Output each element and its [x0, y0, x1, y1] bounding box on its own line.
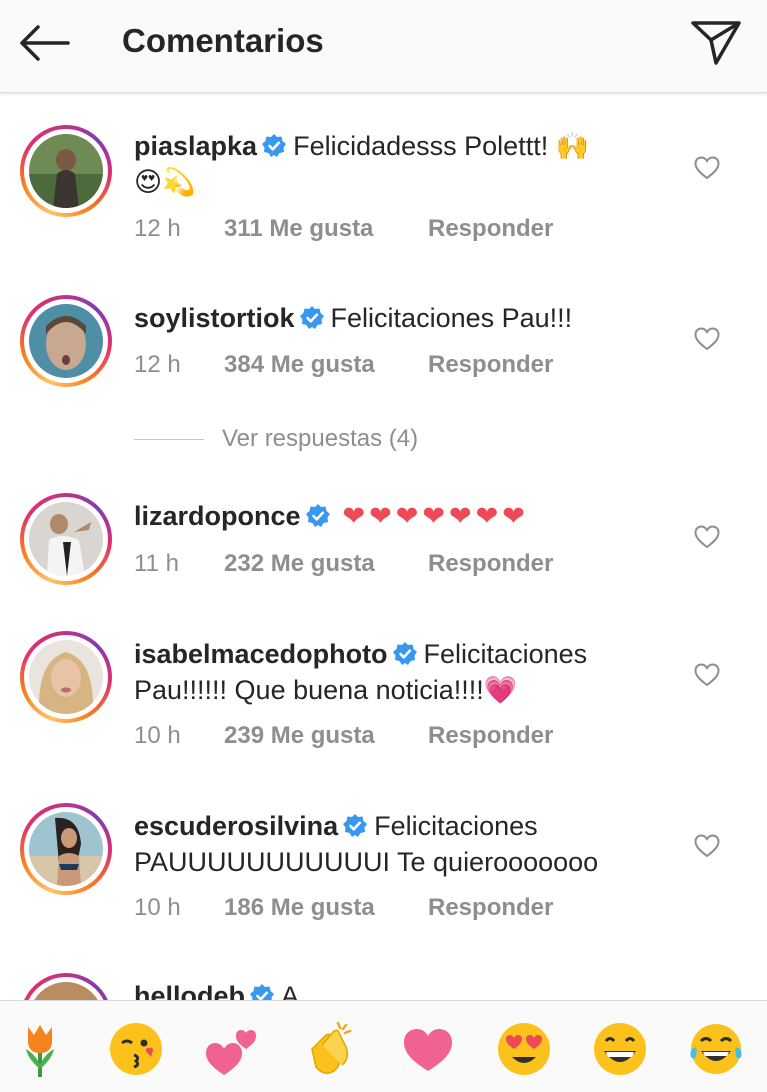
avatar-story-ring[interactable] — [20, 973, 112, 1000]
reply-button[interactable]: Responder — [428, 550, 553, 578]
like-heart-icon[interactable] — [694, 326, 720, 352]
avatar — [29, 304, 103, 378]
avatar — [29, 640, 103, 714]
comment-time: 10 h — [134, 722, 181, 749]
top-bar: Comentarios — [0, 0, 767, 93]
direct-send-icon[interactable] — [688, 16, 744, 68]
reply-button[interactable]: Responder — [428, 215, 553, 243]
two-hearts-emoji-icon[interactable] — [202, 1019, 262, 1079]
comment-time: 12 h — [134, 351, 181, 378]
comment-meta: 10 h 186 Me gusta Responder — [134, 894, 553, 922]
comment-time: 11 h — [134, 550, 179, 577]
verified-badge-icon — [305, 504, 330, 527]
like-heart-icon[interactable] — [694, 833, 720, 859]
comment-username[interactable]: soylistortiok — [134, 303, 295, 333]
comment-likes[interactable]: 311 Me gusta — [224, 215, 428, 243]
like-heart-icon[interactable] — [694, 524, 720, 550]
avatar — [29, 502, 103, 576]
comment-meta: 10 h 239 Me gusta Responder — [134, 722, 553, 750]
comment-likes[interactable]: 384 Me gusta — [224, 351, 428, 379]
comment-text: Felicitaciones — [423, 639, 588, 669]
like-heart-icon[interactable] — [694, 155, 720, 181]
comment-likes[interactable]: 232 Me gusta — [224, 550, 428, 578]
comment-text: A — [281, 981, 300, 1000]
avatar-story-ring[interactable] — [20, 125, 112, 217]
avatar-story-ring[interactable] — [20, 295, 112, 387]
reply-button[interactable]: Responder — [428, 351, 553, 379]
comment-username[interactable]: piaslapka — [134, 131, 257, 161]
avatar — [29, 982, 103, 1000]
avatar — [29, 812, 103, 886]
comment-text-line2: PAUUUUUUUUUUUI Te quierooooooo — [134, 847, 599, 877]
divider-line — [134, 439, 204, 441]
comment-text: ❤❤❤❤❤❤❤ — [342, 501, 529, 531]
verified-badge-icon — [299, 306, 324, 329]
comment-username[interactable]: isabelmacedophoto — [134, 639, 388, 669]
comment-meta: 12 h 311 Me gusta Responder — [134, 215, 553, 243]
verified-badge-icon — [343, 814, 368, 837]
tears-of-joy-emoji-icon[interactable] — [686, 1019, 746, 1079]
like-heart-icon[interactable] — [694, 662, 720, 688]
comment-meta: 12 h 384 Me gusta Responder — [134, 351, 553, 379]
back-arrow-icon[interactable] — [16, 22, 72, 64]
comment-list: piaslapka Felicidadesss Polettt! 🙌 😍💫 12 … — [0, 95, 767, 1000]
comment-text: Felicitaciones — [374, 811, 538, 841]
grinning-emoji-icon[interactable] — [590, 1019, 650, 1079]
avatar-story-ring[interactable] — [20, 803, 112, 895]
avatar — [29, 134, 103, 208]
comment-text: Felicitaciones Pau!!! — [330, 303, 573, 333]
reply-button[interactable]: Responder — [428, 894, 553, 922]
view-replies-link[interactable]: Ver respuestas (4) — [134, 425, 418, 453]
reply-button[interactable]: Responder — [428, 722, 553, 750]
comment-text: Felicidadesss Polettt! 🙌 — [293, 131, 590, 161]
verified-badge-icon — [262, 134, 287, 157]
comment-username[interactable]: hellodeb — [134, 981, 245, 1000]
comment-time: 12 h — [134, 215, 181, 242]
comment-meta: 11 h 232 Me gusta Responder — [134, 550, 553, 578]
comment-time: 10 h — [134, 894, 181, 921]
comment-text-line2: Pau!!!!!! Que buena noticia!!!!💗 — [134, 675, 518, 705]
comment-likes[interactable]: 239 Me gusta — [224, 722, 428, 750]
comment-text-line2: 😍💫 — [134, 167, 196, 197]
heart-emoji-icon[interactable] — [398, 1019, 458, 1079]
kissing-wink-emoji-icon[interactable] — [106, 1019, 166, 1079]
avatar-story-ring[interactable] — [20, 493, 112, 585]
clapping-hands-emoji-icon[interactable] — [298, 1019, 358, 1079]
verified-badge-icon — [250, 984, 275, 1000]
comment-username[interactable]: escuderosilvina — [134, 811, 338, 841]
tulip-emoji-icon[interactable] — [10, 1019, 70, 1079]
heart-eyes-emoji-icon[interactable] — [494, 1019, 554, 1079]
emoji-reaction-bar — [0, 1000, 767, 1092]
comment-username[interactable]: lizardoponce — [134, 501, 301, 531]
avatar-story-ring[interactable] — [20, 631, 112, 723]
page-title: Comentarios — [122, 22, 324, 59]
comment-likes[interactable]: 186 Me gusta — [224, 894, 428, 922]
verified-badge-icon — [392, 642, 417, 665]
